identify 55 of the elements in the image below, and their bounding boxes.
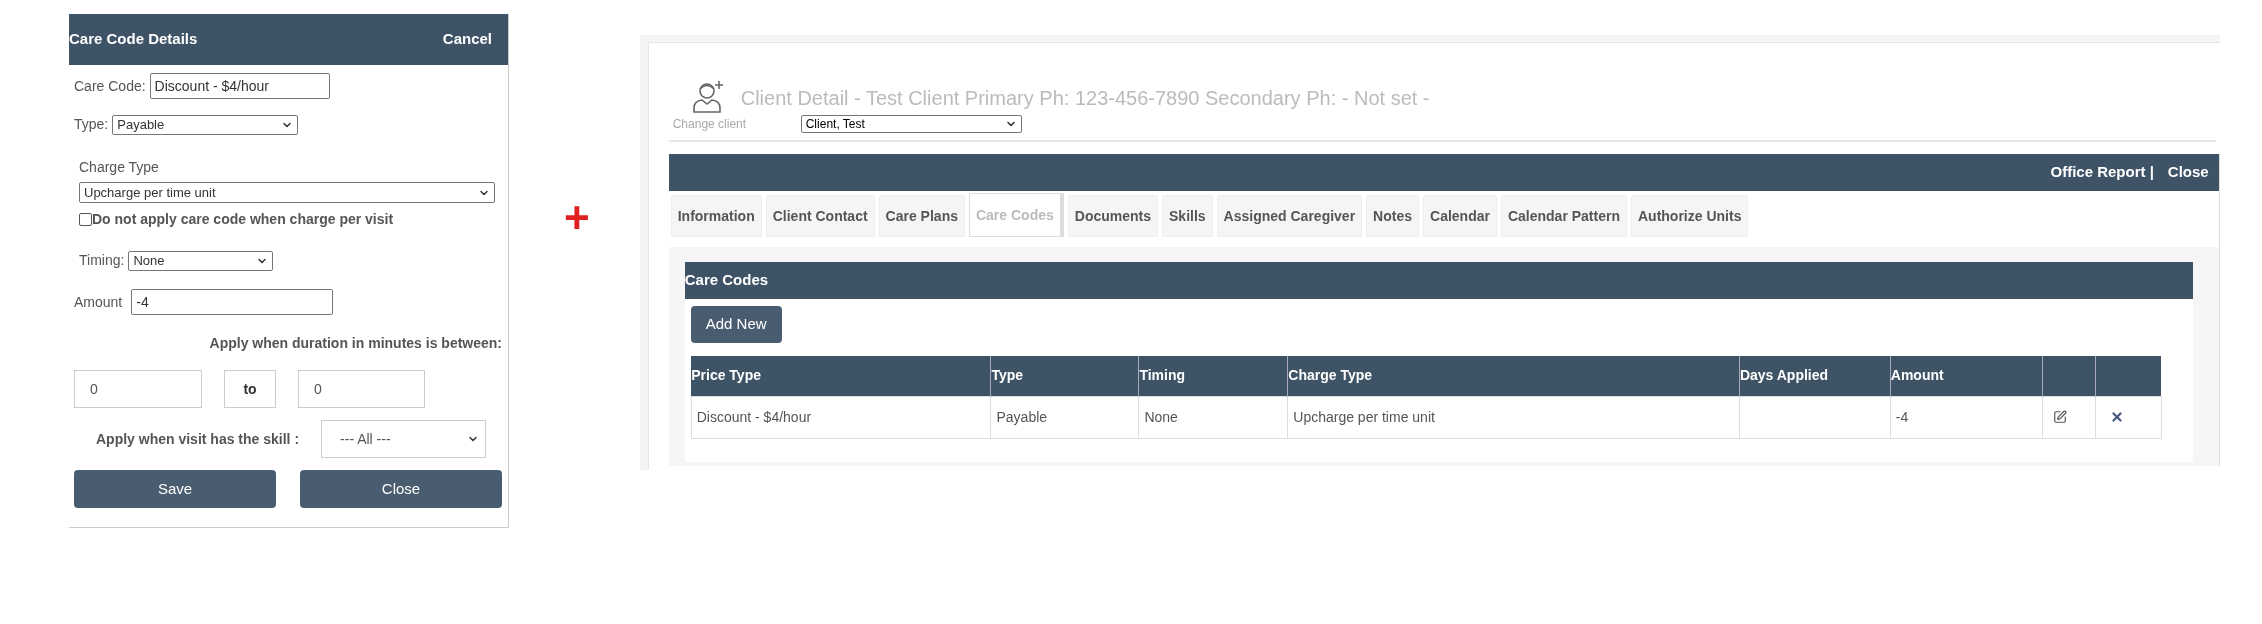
column-header: Days Applied (1739, 356, 1891, 396)
to-label: to (224, 370, 276, 408)
timing-label: Timing: (79, 251, 125, 270)
tab[interactable]: Notes (1366, 195, 1419, 237)
care-code-input[interactable]: Discount - $4/hour (149, 73, 330, 99)
save-button[interactable]: Save (74, 470, 276, 508)
type-select[interactable]: Payable (112, 114, 299, 135)
tab[interactable]: Assigned Caregiver (1216, 195, 1363, 237)
tab[interactable]: Calendar Pattern (1500, 195, 1627, 237)
tab[interactable]: Skills (1162, 195, 1213, 237)
skill-label: Apply when visit has the skill : (96, 429, 300, 449)
care-codes-title: Care Codes (684, 270, 769, 291)
client-select[interactable]: Client, Test (800, 115, 1022, 133)
amount-input[interactable]: -4 (131, 289, 334, 315)
column-header: Price Type (691, 356, 991, 396)
column-header: Charge Type (1287, 356, 1740, 396)
table-cell: -4 (1890, 396, 2043, 438)
dialog-title: Care Code Details (69, 29, 198, 50)
checkbox-label: Do not apply care code when charge per visit (92, 210, 394, 229)
charge-type-label: Charge Type (78, 158, 160, 177)
column-header (2042, 356, 2096, 396)
tab[interactable]: Documents (1067, 195, 1158, 237)
close-link[interactable]: Close (2167, 161, 2209, 184)
change-client-label: Change client (672, 116, 748, 133)
tab[interactable]: Information (670, 195, 762, 237)
column-header: Type (990, 356, 1139, 396)
column-header: Amount (1890, 356, 2043, 396)
office-report-link[interactable]: Office Report | (2050, 161, 2154, 184)
add-new-button[interactable]: Add New (690, 306, 782, 343)
page-title: Client Detail - Test Client Primary Ph: 123-456-7890 Secondary Ph: - Not set - (740, 86, 1430, 111)
close-button[interactable]: Close (300, 470, 502, 508)
table-cell: Upcharge per time unit (1287, 396, 1740, 438)
duration-to-input[interactable]: 0 (298, 370, 425, 408)
table-cell: None (1138, 396, 1288, 438)
table-cell: Discount - $4/hour (691, 396, 991, 438)
duration-from-input[interactable]: 0 (74, 370, 202, 408)
amount-label: Amount (74, 292, 123, 312)
tab[interactable]: Client Contact (765, 195, 875, 237)
plus-sign: + (564, 196, 590, 240)
cancel-link[interactable]: Cancel (442, 28, 492, 51)
checkbox[interactable] (79, 213, 92, 226)
type-label: Type: (74, 115, 109, 134)
tab[interactable]: Care Plans (878, 195, 965, 237)
column-header: Timing (1138, 356, 1288, 396)
skill-select[interactable]: --- All --- (321, 420, 487, 458)
charge-type-select[interactable]: Upcharge per time unit (79, 182, 495, 203)
tab[interactable]: Calendar (1423, 195, 1497, 237)
duration-label: Apply when duration in minutes is between: (209, 334, 503, 353)
column-header (2095, 356, 2162, 396)
edit-icon[interactable] (2052, 410, 2067, 424)
care-code-label: Care Code: (74, 76, 146, 96)
delete-icon[interactable] (2109, 410, 2124, 424)
table-cell: Payable (990, 396, 1139, 438)
tab[interactable]: Authorize Units (1631, 195, 1749, 237)
timing-select[interactable]: None (128, 250, 274, 271)
